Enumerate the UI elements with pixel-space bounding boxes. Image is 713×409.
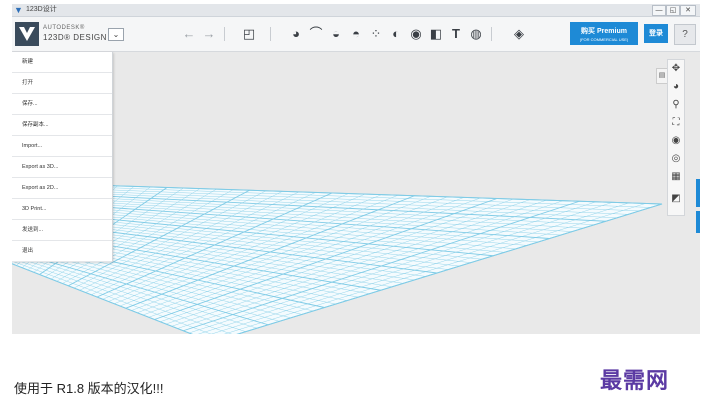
main-menu-button[interactable]: ⌄ (108, 28, 124, 41)
material-tool-icon[interactable]: ◈ (512, 27, 526, 41)
title-bar: ▼ 123D设计 — ◱ ✕ (12, 4, 700, 17)
view-toolbar: ✥ ◕ ⚲ ⛶ ◉ ◎ ▦ ◩ (667, 59, 685, 216)
autodesk-logo-icon (15, 22, 39, 46)
grouping-icon[interactable]: ◐ (389, 27, 403, 41)
modify-icon[interactable]: ◓ (349, 27, 363, 41)
zoom-icon[interactable]: ⚲ (668, 98, 684, 111)
premium-label: 购买 Premium (581, 28, 627, 35)
primitives-icon[interactable]: ◕ (289, 27, 303, 41)
views-icon[interactable]: ◉ (668, 134, 684, 147)
side-panel-tab[interactable] (696, 211, 700, 233)
signin-button[interactable]: 登录 (644, 24, 668, 43)
pan-icon[interactable]: ✥ (668, 62, 684, 75)
menu-item-export-2d[interactable]: Export as 2D... (12, 178, 112, 199)
caption-text: 使用于 R1.8 版本的汉化!!! (14, 381, 164, 396)
fit-icon[interactable]: ⛶ (668, 116, 684, 129)
3d-viewport[interactable] (12, 52, 700, 334)
toolbar-separator (224, 27, 225, 41)
minimize-button[interactable]: — (652, 5, 666, 16)
brand-line1: AUTODESK® (43, 25, 85, 31)
menu-item-save-copy[interactable]: 保存副本... (12, 115, 112, 136)
snap-tool-icon[interactable]: ◍ (469, 27, 483, 41)
window-title: 123D设计 (26, 6, 57, 13)
pattern-icon[interactable]: ⁘ (369, 27, 383, 41)
orbit-icon[interactable]: ◕ (668, 80, 684, 93)
menu-item-exit[interactable]: 退出 (12, 241, 112, 262)
text-icon[interactable]: T (449, 27, 463, 41)
sketch-icon[interactable]: ⌒ (309, 27, 323, 41)
toolbar-separator (491, 27, 492, 41)
menu-item-new[interactable]: 新建 (12, 52, 112, 73)
visibility-icon[interactable]: ◎ (668, 152, 684, 165)
menu-item-export-3d[interactable]: Export as 3D... (12, 157, 112, 178)
maximize-button[interactable]: ◱ (666, 5, 680, 16)
premium-button[interactable]: 购买 Premium (FOR COMMERCIAL USE) (570, 22, 638, 45)
close-button[interactable]: ✕ (680, 5, 696, 16)
material-icon[interactable]: ▦ (668, 170, 684, 183)
menu-item-open[interactable]: 打开 (12, 73, 112, 94)
redo-button[interactable]: → (202, 27, 216, 41)
brand-line2: 123D® DESIGN (43, 33, 107, 42)
help-button[interactable]: ? (674, 24, 696, 45)
undo-button[interactable]: ← (182, 27, 196, 41)
menu-item-3d-print[interactable]: 3D Print... (12, 199, 112, 220)
side-panel-tab[interactable] (696, 179, 700, 207)
app-window: ▼ 123D设计 — ◱ ✕ AUTODESK® 123D® DESIGN ⌄ … (12, 4, 700, 334)
menu-item-import[interactable]: Import... (12, 136, 112, 157)
menu-item-send-to[interactable]: 发送到... (12, 220, 112, 241)
watermark-logo: 最需网 (600, 368, 670, 394)
transform-icon[interactable]: ◰ (242, 27, 256, 41)
file-menu: 新建 打开 保存... 保存副本... Import... Export as … (12, 52, 113, 262)
main-toolbar: AUTODESK® 123D® DESIGN ⌄ ← → ◰ ◕ ⌒ ◒ ◓ ⁘… (12, 17, 700, 52)
premium-sub: (FOR COMMERCIAL USE) (579, 37, 629, 42)
grid-plane (12, 181, 663, 334)
menu-item-save[interactable]: 保存... (12, 94, 112, 115)
app-icon: ▼ (14, 5, 23, 15)
construct-icon[interactable]: ◒ (329, 27, 343, 41)
combine-icon[interactable]: ◉ (409, 27, 423, 41)
snap-icon[interactable]: ◩ (668, 192, 684, 205)
toolbar-separator (270, 27, 271, 41)
measure-icon[interactable]: ◧ (429, 27, 443, 41)
